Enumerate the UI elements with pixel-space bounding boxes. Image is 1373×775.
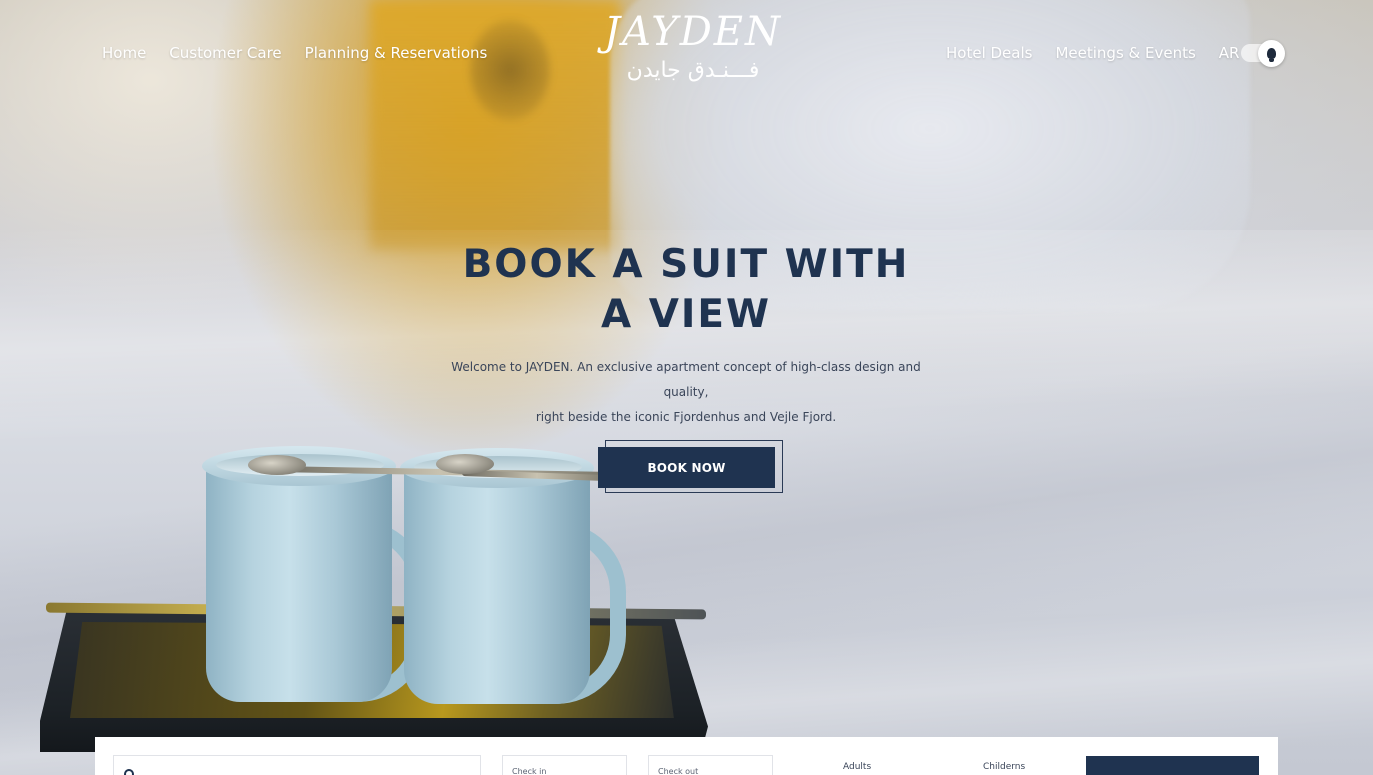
- nav-link-meetings-events[interactable]: Meetings & Events: [1055, 44, 1195, 62]
- mug-left-image: [202, 446, 396, 702]
- spoon-right-head: [436, 454, 494, 474]
- hero-subtext: Welcome to JAYDEN. An exclusive apartmen…: [436, 355, 936, 430]
- search-availability-button[interactable]: [1086, 756, 1259, 775]
- nav-link-home[interactable]: Home: [102, 44, 146, 62]
- booking-bar: Check in Check out Adults Childerns: [95, 737, 1278, 775]
- logo-text-arabic: فـــنـدق جايدن: [626, 58, 760, 83]
- hero-headline-line1: BOOK A SUIT WITH: [462, 242, 910, 287]
- logo-text-english: JAYDEN: [604, 9, 782, 55]
- hero-subtext-line2: right beside the iconic Fjordenhus and V…: [535, 410, 837, 424]
- destination-field[interactable]: [113, 755, 481, 775]
- check-out-field[interactable]: Check out: [648, 755, 773, 775]
- hero-headline-line2: A VIEW: [600, 292, 772, 337]
- lightbulb-icon: [1267, 48, 1276, 62]
- site-logo[interactable]: JAYDEN فـــنـدق جايدن: [600, 8, 786, 86]
- nav-link-planning-reservations[interactable]: Planning & Reservations: [305, 44, 488, 62]
- theme-toggle-knob[interactable]: [1258, 40, 1285, 67]
- check-out-label: Check out: [658, 767, 699, 775]
- spoon-left-head: [248, 455, 306, 475]
- main-nav-right: Hotel Deals Meetings & Events AR: [946, 44, 1239, 62]
- main-nav-left: Home Customer Care Planning & Reservatio…: [102, 44, 487, 62]
- hero-subtext-line1: Welcome to JAYDEN. An exclusive apartmen…: [451, 360, 921, 399]
- mug-right-image: [400, 448, 594, 704]
- book-now-button[interactable]: BOOK NOW: [598, 447, 775, 488]
- nav-link-hotel-deals[interactable]: Hotel Deals: [946, 44, 1032, 62]
- children-label: Childerns: [983, 762, 1026, 772]
- adults-label: Adults: [843, 762, 872, 772]
- nav-link-customer-care[interactable]: Customer Care: [169, 44, 281, 62]
- location-icon: [124, 769, 134, 775]
- hero-headline: BOOK A SUIT WITH A VIEW: [386, 240, 986, 340]
- background-lamp: [470, 20, 550, 120]
- nav-link-language-ar[interactable]: AR: [1219, 44, 1240, 62]
- check-in-label: Check in: [512, 767, 547, 775]
- hero-section: Home Customer Care Planning & Reservatio…: [0, 0, 1373, 775]
- check-in-field[interactable]: Check in: [502, 755, 627, 775]
